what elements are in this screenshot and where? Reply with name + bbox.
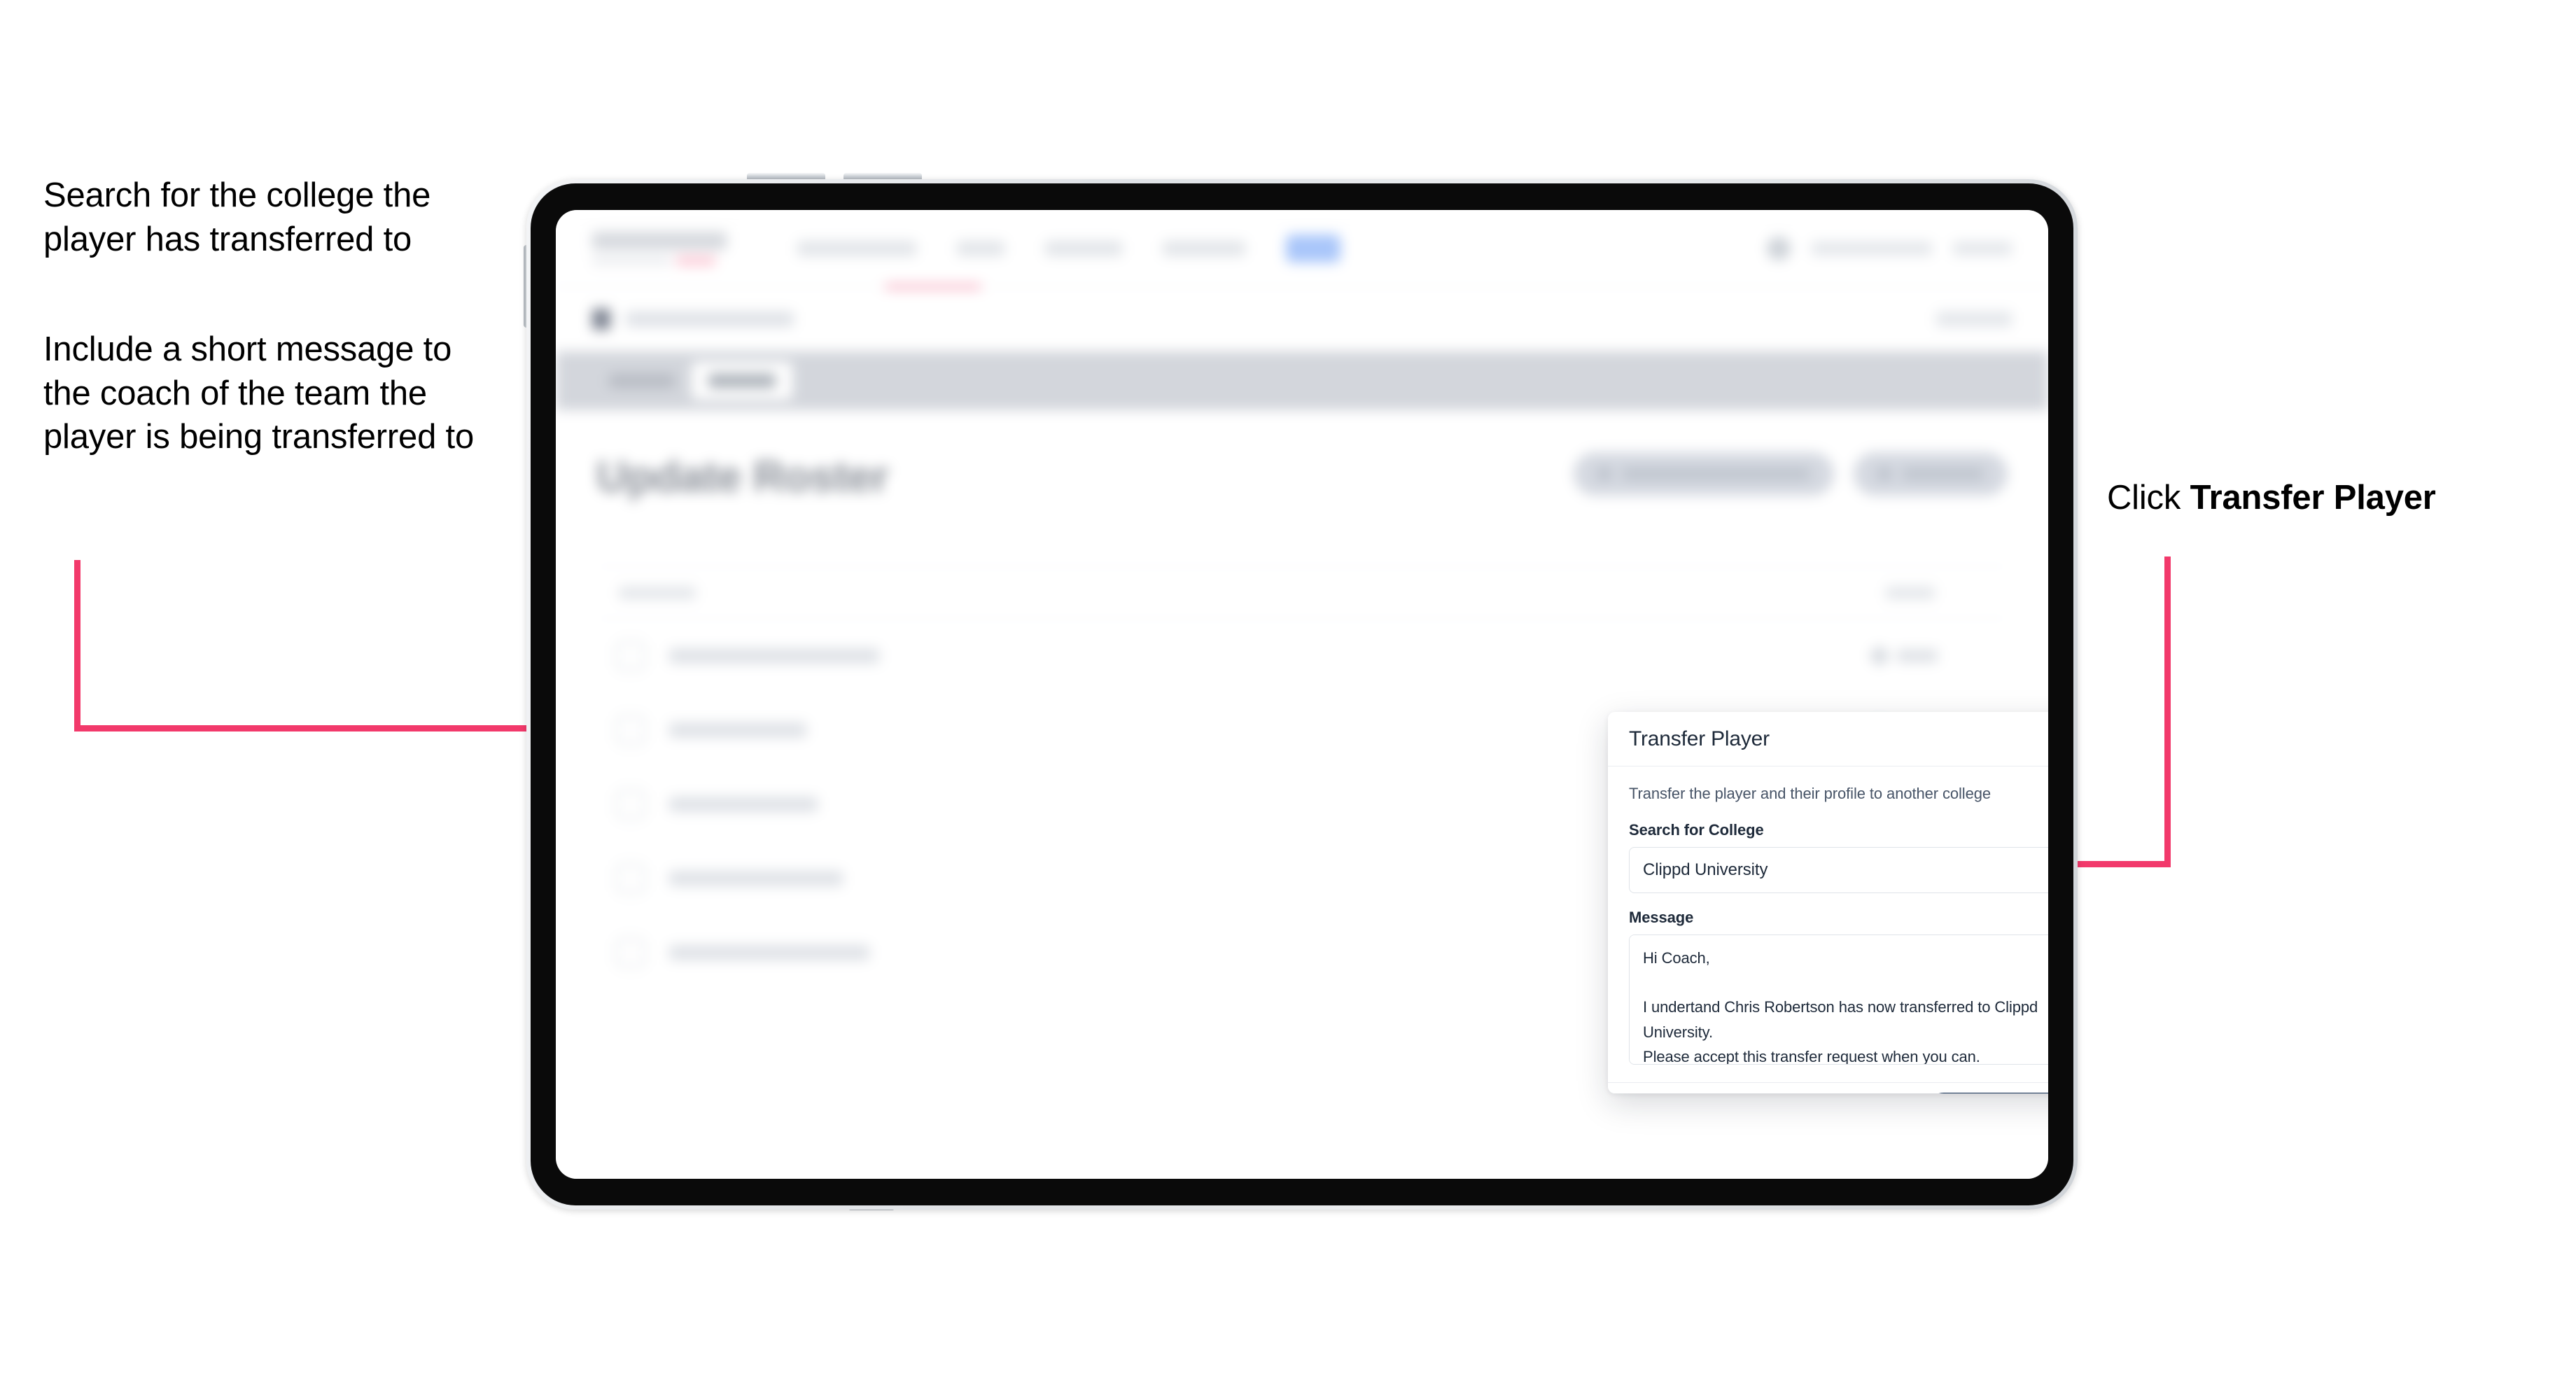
tablet-screen: Update Roster Transfer Player Transfer t… [556, 210, 2048, 1179]
annotation-arrow-right-vertical [2164, 556, 2171, 867]
row-checkbox[interactable] [616, 715, 645, 745]
account-email [1812, 241, 1932, 255]
tab-details-label [609, 374, 675, 388]
message-field-label: Message [1629, 909, 1694, 926]
nav-item-tournaments[interactable] [797, 240, 916, 256]
avatar[interactable] [1767, 236, 1791, 260]
table-row[interactable] [596, 619, 2008, 693]
logo-tagline-text [592, 256, 671, 265]
modal-header: Transfer Player [1608, 712, 2048, 766]
annotation-click-prefix: Click [2107, 479, 2190, 517]
modal-description: Transfer the player and their profile to… [1629, 785, 1991, 802]
tab-details[interactable] [592, 362, 692, 400]
plus-icon [1877, 467, 1891, 481]
row-player-name [669, 796, 818, 812]
transfer-icon [1597, 467, 1611, 481]
annotation-click-bold: Transfer Player [2190, 479, 2436, 517]
app-header [556, 210, 2048, 287]
search-college-input[interactable] [1629, 847, 2048, 893]
modal-body: Transfer the player and their profile to… [1608, 766, 2048, 1082]
tab-roster[interactable] [692, 362, 792, 400]
column-header-name [619, 586, 696, 599]
row-edit-button[interactable] [1868, 644, 1938, 667]
add-player-button[interactable] [1854, 452, 2008, 496]
logo-tagline [592, 255, 731, 265]
request-player-transfer-button[interactable] [1574, 452, 1834, 496]
screenshot-canvas: Search for the college the player has tr… [0, 0, 2576, 1386]
annotation-search-college: Search for the college the player has tr… [43, 176, 431, 258]
column-header-edit [1886, 586, 1935, 599]
sign-out-button[interactable] [1953, 241, 2012, 255]
college-field-label: Search for College [1629, 821, 1764, 839]
pencil-icon [1868, 644, 1891, 667]
modal-title: Transfer Player [1629, 727, 1770, 750]
breadcrumb-bar [556, 287, 2048, 351]
row-player-name [669, 648, 879, 664]
table-header-row [596, 567, 2008, 619]
primary-nav [797, 234, 1340, 262]
transfer-player-submit-button[interactable]: Transfer Player [1924, 1092, 2048, 1093]
logo-wordmark [592, 231, 727, 250]
annotation-click-transfer: Click Transfer Player [2107, 476, 2541, 520]
nav-item-roster[interactable] [1286, 234, 1340, 262]
row-checkbox[interactable] [616, 863, 645, 893]
tablet-bezel: Update Roster Transfer Player Transfer t… [531, 183, 2073, 1205]
modal-footer: Cancel Transfer Player [1608, 1082, 2048, 1093]
annotation-arrow-left-vertical [74, 560, 80, 732]
tablet-device-frame: Update Roster Transfer Player Transfer t… [526, 179, 2078, 1210]
nav-item-analytics[interactable] [1163, 240, 1245, 256]
annotation-include-message: Include a short message to the coach of … [43, 330, 474, 456]
row-checkbox[interactable] [616, 789, 645, 819]
nav-item-leaderboard[interactable] [1045, 240, 1122, 256]
tab-roster-label [708, 374, 776, 388]
app-logo[interactable] [592, 231, 731, 265]
tab-bar [556, 351, 2048, 410]
row-edit-label [1897, 649, 1938, 662]
breadcrumb-label[interactable] [626, 311, 794, 327]
page-action-buttons [1574, 452, 2008, 496]
breadcrumb-cancel-button[interactable] [1936, 311, 2012, 327]
row-checkbox[interactable] [616, 640, 645, 671]
logo-accent-mark [676, 255, 715, 265]
row-player-name [669, 944, 869, 960]
nav-item-teams[interactable] [957, 240, 1004, 256]
field-spacer [1629, 893, 2048, 909]
header-account-area [1767, 236, 2012, 260]
request-player-transfer-label [1623, 468, 1810, 480]
row-player-name [669, 722, 806, 738]
transfer-player-modal: Transfer Player Transfer the player and … [1608, 712, 2048, 1093]
nav-active-underline [885, 284, 981, 289]
row-player-name [669, 870, 843, 886]
add-player-label [1903, 468, 1984, 480]
breadcrumb-icon [592, 308, 610, 330]
row-checkbox[interactable] [616, 937, 645, 967]
message-textarea[interactable] [1629, 934, 2048, 1065]
